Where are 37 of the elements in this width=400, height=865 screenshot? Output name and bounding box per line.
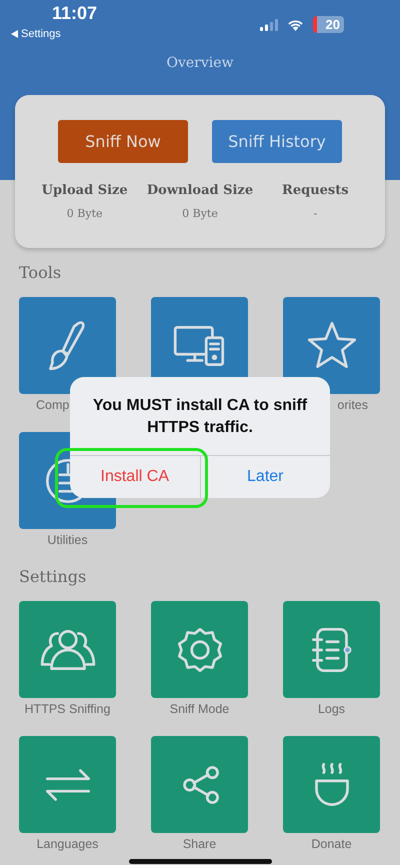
signal-icon bbox=[260, 18, 278, 30]
stat-label: Download Size bbox=[146, 182, 254, 200]
install-button[interactable]: Install CA bbox=[70, 456, 200, 498]
tile-label: Comp bbox=[36, 397, 70, 413]
tool-tile[interactable] bbox=[283, 601, 380, 698]
back-arrow-icon bbox=[11, 30, 18, 38]
tile-label: Utilities bbox=[47, 532, 88, 548]
stat-value: 0 Byte bbox=[182, 206, 218, 222]
section-heading: Tools bbox=[19, 262, 62, 284]
tool-tile[interactable] bbox=[19, 601, 116, 698]
tool-tile[interactable] bbox=[151, 601, 248, 698]
back-link[interactable]: Settings bbox=[11, 28, 61, 40]
page-title: Overview bbox=[166, 55, 234, 71]
wifi-icon bbox=[286, 18, 304, 30]
tool-tile[interactable] bbox=[19, 297, 116, 394]
tool-tile[interactable] bbox=[19, 736, 116, 833]
stat-value: - bbox=[313, 206, 318, 222]
stat-label: Requests bbox=[282, 182, 349, 200]
stat-value: 0 Byte bbox=[66, 206, 103, 222]
sniff-now-button[interactable]: Sniff Now bbox=[58, 120, 188, 163]
tile-label: Share bbox=[182, 836, 216, 852]
tile-label: orites bbox=[337, 397, 368, 413]
later-button[interactable]: Later bbox=[200, 456, 330, 498]
stat-label: Upload Size bbox=[42, 182, 128, 200]
tool-tile[interactable] bbox=[283, 297, 380, 394]
battery-level: 20 bbox=[312, 16, 344, 33]
tool-tile[interactable] bbox=[151, 736, 248, 833]
tile-label: Languages bbox=[36, 836, 98, 852]
alert-message: You MUST install CA to sniff HTTPS traffic. bbox=[92, 396, 308, 438]
section-heading: Settings bbox=[19, 566, 86, 588]
tile-label: Logs bbox=[318, 701, 346, 717]
clock-time: 11:07 bbox=[52, 3, 98, 24]
tile-label: Donate bbox=[311, 836, 352, 852]
tile-label: HTTPS Sniffing bbox=[24, 701, 110, 717]
tile-label: Sniff Mode bbox=[170, 701, 230, 717]
history-button[interactable]: Sniff History bbox=[212, 120, 342, 163]
tool-tile[interactable] bbox=[283, 736, 380, 833]
